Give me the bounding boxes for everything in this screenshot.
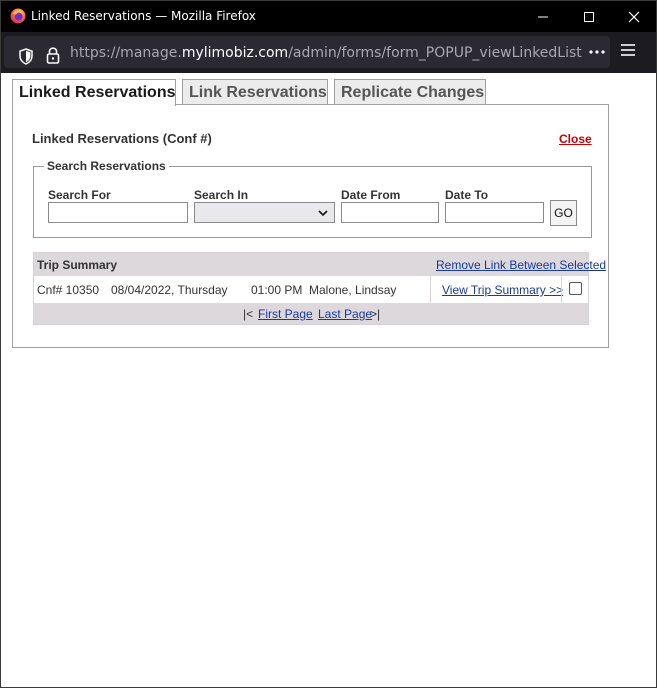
minimize-icon <box>538 16 548 17</box>
view-trip-summary-link[interactable]: View Trip Summary >> <box>442 283 563 297</box>
url-host: mylimobiz.com <box>181 45 289 61</box>
date-from-input[interactable] <box>341 202 439 223</box>
tab-link-reservations[interactable]: Link Reservations <box>182 79 328 105</box>
table-row: Cnf# 10350 08/04/2022, Thursday 01:00 PM… <box>34 276 588 303</box>
url-suffix: /admin/forms/form_POPUP_viewLinkedList.a… <box>288 45 582 61</box>
row-select-checkbox[interactable] <box>569 282 582 295</box>
more-dots-icon <box>589 50 605 54</box>
date-to-label: Date To <box>445 188 489 202</box>
shield-icon[interactable] <box>18 48 34 65</box>
column-divider <box>430 276 431 303</box>
tab-linked-reservations[interactable]: Linked Reservations <box>12 79 176 106</box>
first-page-link[interactable]: First Page <box>258 307 313 321</box>
window-title: Linked Reservations — Mozilla Firefox <box>31 9 256 23</box>
tab-replicate-changes[interactable]: Replicate Changes <box>334 79 486 105</box>
browser-window: Linked Reservations — Mozilla Firefox ht… <box>0 0 657 688</box>
close-window-button[interactable] <box>611 1 657 32</box>
navigation-bar: https://manage.mylimobiz.com/admin/forms… <box>1 32 656 73</box>
more-options-button[interactable] <box>584 42 610 62</box>
conf-number: Cnf# 10350 <box>37 283 100 297</box>
go-button[interactable]: GO <box>550 200 577 226</box>
date-from-label: Date From <box>341 188 401 202</box>
close-icon <box>628 11 640 22</box>
title-bar: Linked Reservations — Mozilla Firefox <box>1 1 656 32</box>
maximize-icon <box>584 11 594 22</box>
app-menu-button[interactable] <box>620 42 642 62</box>
url-prefix: https://manage. <box>70 45 182 61</box>
panel-title: Linked Reservations (Conf #) <box>32 131 212 146</box>
trip-date: 08/04/2022, Thursday <box>111 283 228 297</box>
results-header: Trip Summary Remove Link Between Selecte… <box>34 253 606 276</box>
passenger-name: Malone, Lindsay <box>309 283 397 297</box>
last-page-link[interactable]: Last Page <box>318 307 372 321</box>
search-reservations-fieldset: Search Reservations Search For Search In… <box>33 159 592 238</box>
url-text[interactable]: https://manage.mylimobiz.com/admin/forms… <box>70 45 582 61</box>
trip-summary-header: Trip Summary <box>37 258 118 272</box>
hamburger-menu-icon <box>621 44 635 56</box>
tab-panel: Linked Reservations (Conf #) Close Searc… <box>12 104 609 348</box>
chevron-down-icon <box>318 210 328 217</box>
first-page-prefix: |< <box>243 307 254 321</box>
lock-icon[interactable] <box>46 47 60 64</box>
date-to-input[interactable] <box>445 202 544 223</box>
trip-time: 01:00 PM <box>251 283 303 297</box>
search-legend: Search Reservations <box>44 159 169 173</box>
close-link[interactable]: Close <box>559 132 592 146</box>
search-in-select[interactable] <box>194 202 335 223</box>
firefox-logo-icon <box>10 8 26 24</box>
page-content: Linked Reservations Link Reservations Re… <box>1 73 656 687</box>
pagination: |< First Page Last Page >| <box>34 303 588 324</box>
search-for-input[interactable] <box>48 202 188 223</box>
last-page-suffix: >| <box>370 307 381 321</box>
minimize-button[interactable] <box>520 1 566 32</box>
search-in-label: Search In <box>194 188 249 202</box>
maximize-button[interactable] <box>566 1 612 32</box>
remove-link-button[interactable]: Remove Link Between Selected <box>436 258 606 272</box>
column-divider <box>561 276 562 303</box>
results-table: Trip Summary Remove Link Between Selecte… <box>33 252 606 325</box>
url-field[interactable]: https://manage.mylimobiz.com/admin/forms… <box>4 36 610 68</box>
search-for-label: Search For <box>48 188 111 202</box>
